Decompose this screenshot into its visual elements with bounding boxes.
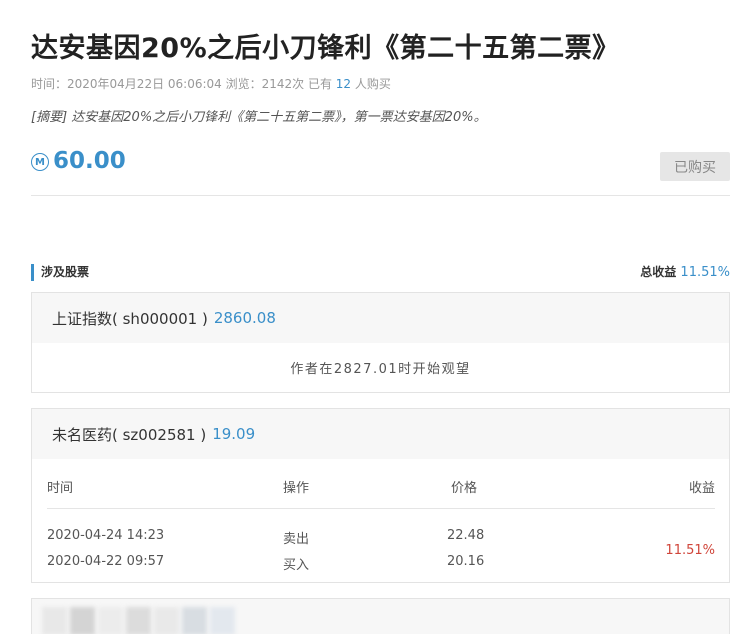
stock-price: 19.09 [212,425,256,443]
header-divider [47,508,715,509]
trade-time: 2020-04-24 14:23 [47,528,165,543]
trade-price: 22.48 [447,528,485,543]
stock-card-header: 上证指数( sh000001 ) 2860.08 [32,293,729,343]
stock-name: 未名医药( sz002581 ) [52,425,207,444]
trade-profit: 11.51% [665,543,715,558]
article-price: 60.00 [53,148,126,174]
summary-text: 达安基因20%之后小刀锋利《第二十五第二票》，第一票达安基因20%。 [67,110,487,125]
col-header-price: 价格 [451,481,478,496]
summary-tag: [摘要] [31,110,68,125]
article-summary: [摘要] 达安基因20%之后小刀锋利《第二十五第二票》，第一票达安基因20%。 [31,106,487,125]
section-title: 涉及股票 [31,264,89,281]
col-header-time: 时间 [47,481,74,496]
stock-card-header: 未名医药( sz002581 ) 19.09 [32,409,729,459]
coin-icon: M [31,153,49,171]
trade-time: 2020-04-22 09:57 [47,554,165,569]
total-profit: 总收益 11.51% [640,264,730,281]
trade-price: 20.16 [447,554,485,569]
stocks-section-header: 涉及股票 总收益 11.51% [31,264,730,282]
col-header-action: 操作 [283,481,310,496]
stock-card-blurred [31,598,730,634]
trade-action: 卖出 [283,532,310,547]
stock-price: 2860.08 [213,309,276,327]
article-title: 达安基因20%之后小刀锋利《第二十五第二票》 [31,33,620,64]
col-header-profit: 收益 [688,481,715,496]
meta-suffix: 人购买 [351,77,391,91]
blurred-content [42,607,238,634]
stock-card-sz002581: 未名医药( sz002581 ) 19.09 时间 操作 价格 收益 2020-… [31,408,730,583]
stock-card-sh000001: 上证指数( sh000001 ) 2860.08 作者在2827.01时开始观望 [31,292,730,393]
stock-name: 上证指数( sh000001 ) [52,309,208,328]
total-profit-label: 总收益 [640,265,681,279]
buyer-count: 12 [335,77,352,91]
meta-prefix: 时间：2020年04月22日 06:06:04 浏览：2142次 已有 [31,77,336,91]
watch-note: 作者在2827.01时开始观望 [290,362,471,377]
price-row: M 60.00 [31,148,126,174]
trade-action: 买入 [283,558,310,573]
article-meta: 时间：2020年04月22日 06:06:04 浏览：2142次 已有 12 人… [31,75,391,92]
bought-button[interactable]: 已购买 [660,152,730,181]
divider [31,195,730,196]
total-profit-value: 11.51% [680,265,730,280]
